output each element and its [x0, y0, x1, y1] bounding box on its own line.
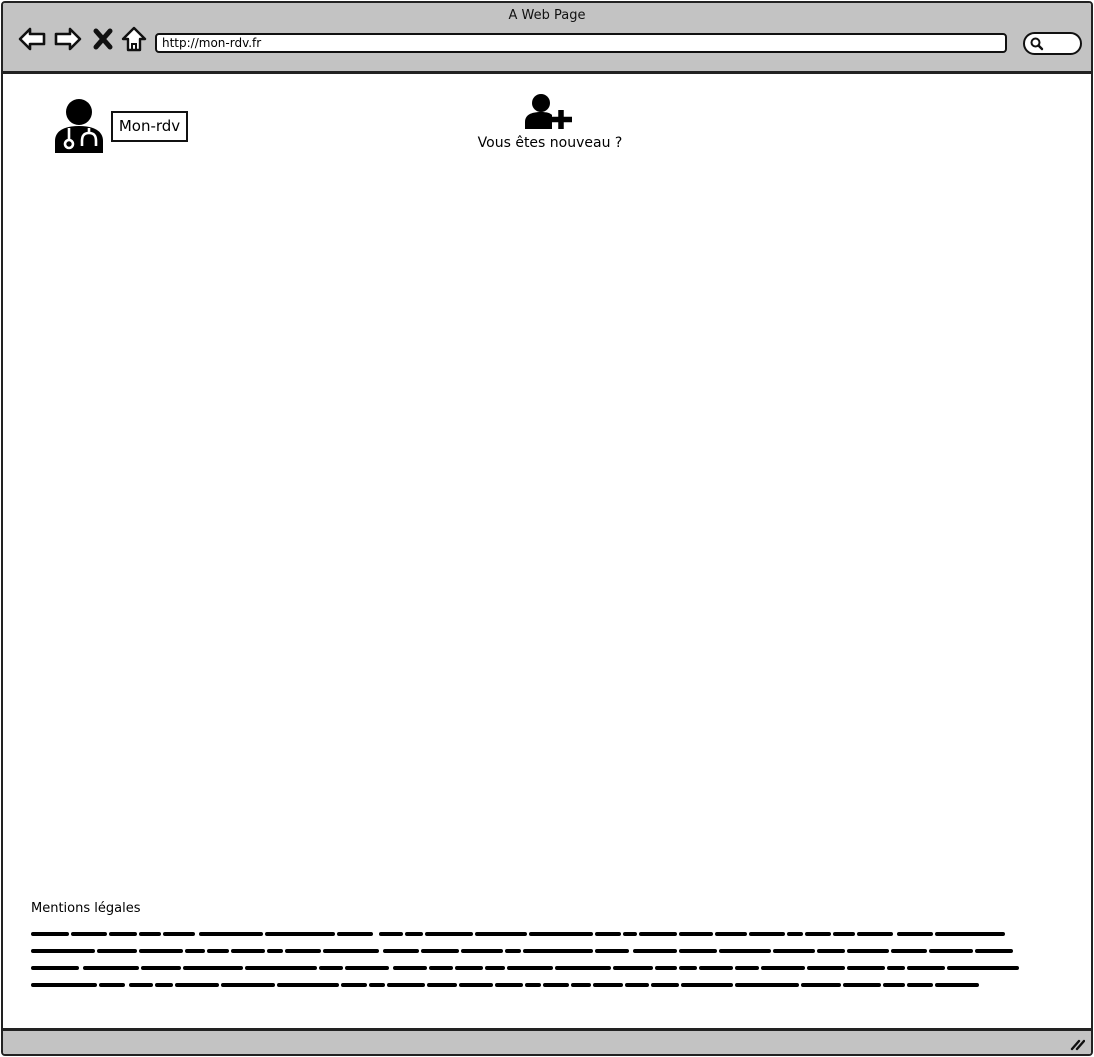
search-box[interactable] [1023, 32, 1082, 55]
stop-icon[interactable] [91, 24, 115, 54]
window-title: A Web Page [508, 8, 586, 23]
doctor-icon [52, 97, 106, 155]
add-user-icon[interactable] [524, 93, 576, 131]
logo-label[interactable]: Mon-rdv [111, 111, 188, 142]
browser-window: A Web Page http://mon-rdv.fr Mon-rdv Vou… [1, 1, 1093, 1056]
legal-notice-title[interactable]: Mentions légales [31, 901, 140, 916]
signup-link[interactable]: Vous êtes nouveau ? [450, 135, 650, 151]
legal-text-placeholder [31, 925, 1027, 997]
browser-statusbar [3, 1028, 1091, 1054]
search-icon [1030, 37, 1044, 51]
back-arrow-icon[interactable] [17, 24, 47, 54]
browser-toolbar: A Web Page http://mon-rdv.fr [3, 3, 1091, 74]
forward-arrow-icon[interactable] [53, 24, 83, 54]
resize-grip-icon[interactable] [1069, 1035, 1085, 1051]
home-icon[interactable] [119, 24, 149, 54]
url-input[interactable]: http://mon-rdv.fr [155, 33, 1007, 53]
